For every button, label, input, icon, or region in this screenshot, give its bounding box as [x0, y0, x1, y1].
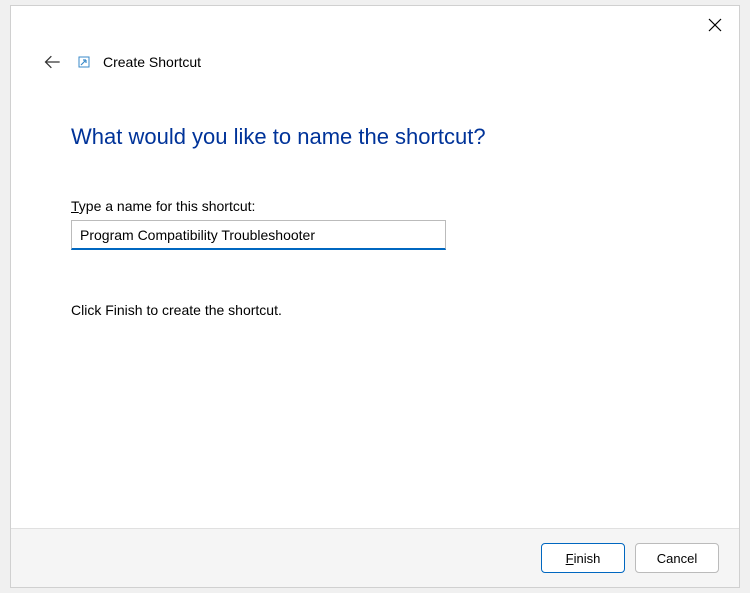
content-area: What would you like to name the shortcut…: [11, 84, 739, 528]
shortcut-name-input[interactable]: [71, 220, 446, 250]
page-heading: What would you like to name the shortcut…: [71, 124, 684, 150]
header-row: Create Shortcut: [11, 44, 739, 84]
wizard-footer: Finish Cancel: [11, 528, 739, 587]
header-title: Create Shortcut: [103, 54, 201, 70]
titlebar: [11, 6, 739, 44]
name-field-label: Type a name for this shortcut:: [71, 198, 684, 214]
shortcut-icon: [77, 55, 91, 69]
create-shortcut-wizard: Create Shortcut What would you like to n…: [10, 5, 740, 588]
back-arrow-icon: [43, 52, 63, 72]
instruction-text: Click Finish to create the shortcut.: [71, 302, 684, 318]
close-icon: [708, 18, 722, 32]
back-button[interactable]: [41, 50, 65, 74]
finish-button[interactable]: Finish: [541, 543, 625, 573]
cancel-button[interactable]: Cancel: [635, 543, 719, 573]
close-button[interactable]: [699, 9, 731, 41]
